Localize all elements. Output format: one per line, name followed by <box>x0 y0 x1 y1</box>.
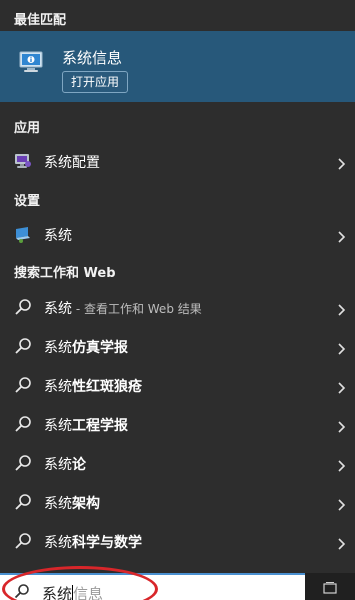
web-result-label: 系统性红斑狼疮 <box>44 376 142 396</box>
best-match-app-name: 系统信息 <box>62 49 123 67</box>
web-result-row[interactable]: 系统架构 <box>0 484 355 520</box>
web-result-label: 系统论 <box>44 454 86 474</box>
web-result-row[interactable]: 系统仿真学报 <box>0 328 355 364</box>
web-result-prefix: 系统 <box>44 457 72 473</box>
section-header-apps: 应用 <box>14 121 41 136</box>
task-view-icon <box>323 582 337 594</box>
web-result-row[interactable]: 系统论 <box>0 445 355 481</box>
web-result-prefix: 系统 <box>44 535 72 551</box>
task-view-button[interactable] <box>305 573 355 600</box>
section-header-settings: 设置 <box>14 194 41 209</box>
app-result-system-config[interactable]: 系统配置 <box>0 143 355 179</box>
search-icon <box>14 376 32 394</box>
chevron-right-icon <box>335 301 347 316</box>
web-result-suffix: 论 <box>72 457 86 473</box>
web-result-label: 系统 - 查看工作和 Web 结果 <box>44 298 202 318</box>
best-match-result[interactable]: 系统信息 打开应用 <box>0 31 355 102</box>
web-result-label: 系统工程学报 <box>44 415 128 435</box>
open-app-button[interactable]: 打开应用 <box>62 71 129 93</box>
section-header-web: 搜索工作和 Web <box>14 266 116 281</box>
web-result-label: 系统架构 <box>44 493 100 513</box>
chevron-right-icon <box>335 340 347 355</box>
web-result-label: 系统科学与数学 <box>44 532 142 552</box>
start-search-panel: 最佳匹配 系统信息 打开应用 应用 系统配置 设置 系统 搜索工作和 Web 系… <box>0 0 355 600</box>
web-result-suffix: 工程学报 <box>72 418 128 434</box>
system-information-icon <box>18 49 44 75</box>
system-settings-icon <box>14 225 32 243</box>
web-result-suffix: 性红斑狼疮 <box>72 379 142 395</box>
settings-result-label: 系统 <box>44 228 72 244</box>
red-annotation-ellipse <box>2 566 158 600</box>
web-result-suffix: 仿真学报 <box>72 340 128 356</box>
web-result-prefix: 系统 <box>44 418 72 434</box>
web-result-label: 系统仿真学报 <box>44 337 128 357</box>
search-icon <box>14 532 32 550</box>
settings-result-system[interactable]: 系统 <box>0 216 355 252</box>
system-config-icon <box>14 152 32 170</box>
web-result-prefix: 系统 <box>44 340 72 356</box>
chevron-right-icon <box>335 496 347 511</box>
web-result-row[interactable]: 系统科学与数学 <box>0 523 355 559</box>
chevron-right-icon <box>335 535 347 550</box>
chevron-right-icon <box>335 228 347 243</box>
web-result-suffix: 架构 <box>72 496 100 512</box>
web-result-prefix: 系统 <box>44 496 72 512</box>
web-result-prefix: 系统 <box>44 301 72 317</box>
search-icon <box>14 337 32 355</box>
web-result-subtext: - 查看工作和 Web 结果 <box>72 302 202 316</box>
search-icon <box>14 493 32 511</box>
web-result-row[interactable]: 系统工程学报 <box>0 406 355 442</box>
chevron-right-icon <box>335 457 347 472</box>
chevron-right-icon <box>335 155 347 170</box>
chevron-right-icon <box>335 379 347 394</box>
search-icon <box>14 454 32 472</box>
chevron-right-icon <box>335 418 347 433</box>
web-result-prefix: 系统 <box>44 379 72 395</box>
web-result-suffix: 科学与数学 <box>72 535 142 551</box>
web-result-row[interactable]: 系统性红斑狼疮 <box>0 367 355 403</box>
section-header-best-match: 最佳匹配 <box>14 13 67 28</box>
search-icon <box>14 298 32 316</box>
search-icon <box>14 415 32 433</box>
app-result-label: 系统配置 <box>44 155 100 171</box>
web-result-row[interactable]: 系统 - 查看工作和 Web 结果 <box>0 289 355 325</box>
